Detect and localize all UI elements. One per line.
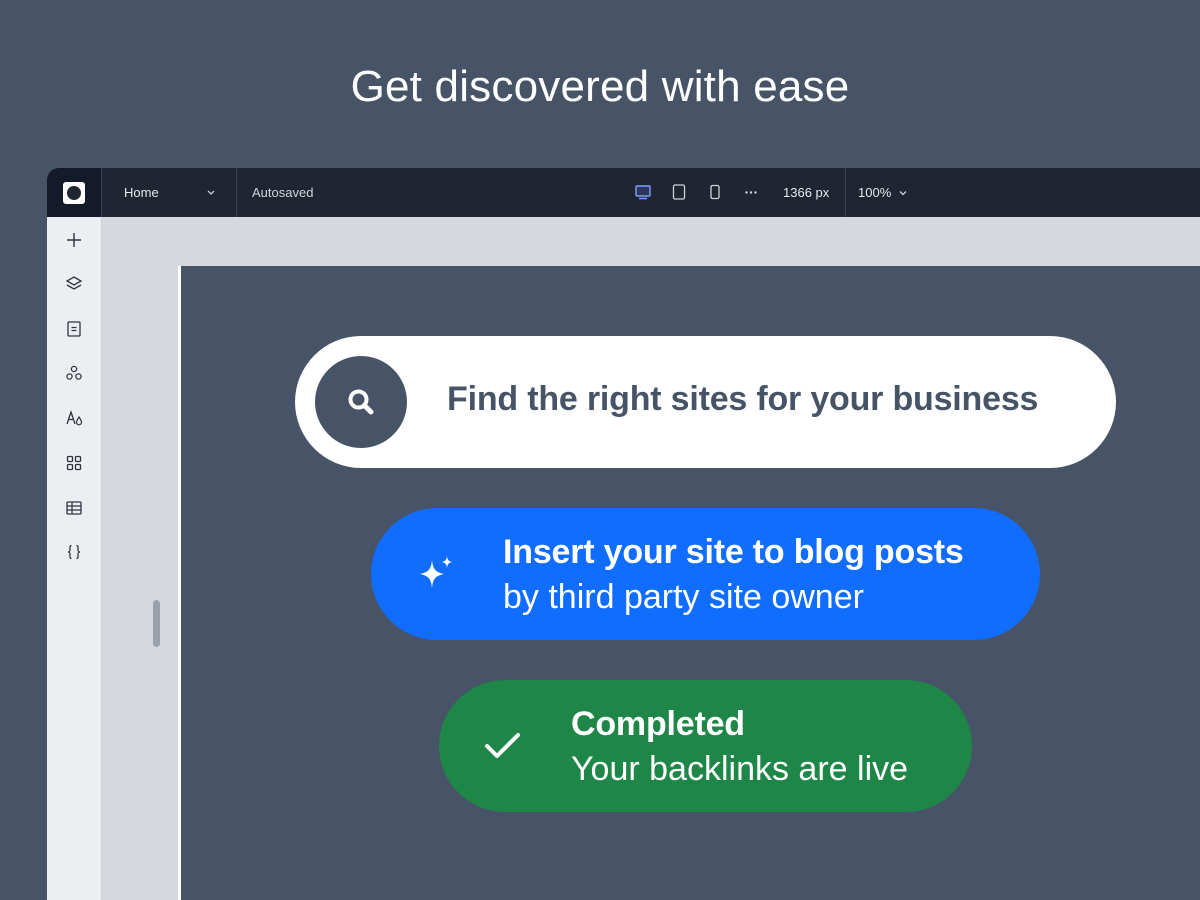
- mobile-icon[interactable]: [706, 183, 724, 201]
- autosave-status: Autosaved: [252, 185, 314, 200]
- completed-subtitle: Your backlinks are live: [571, 750, 909, 788]
- zoom-label: 100%: [858, 185, 892, 200]
- widgets-icon[interactable]: [64, 453, 84, 473]
- logo-button[interactable]: [47, 168, 102, 217]
- check-icon: [485, 733, 520, 758]
- sparkle-icon: [420, 556, 452, 588]
- theme-icon[interactable]: [64, 408, 84, 428]
- insert-site-card: Insert your site to blog posts by third …: [371, 508, 1040, 640]
- scroll-handle[interactable]: [153, 600, 160, 647]
- logo-icon: [63, 181, 85, 204]
- page-select-label: Home: [124, 185, 159, 200]
- more-icon[interactable]: [742, 183, 760, 201]
- chevron-down-icon: [899, 191, 907, 196]
- page-select[interactable]: Home: [102, 168, 237, 217]
- editor-topbar: Home Autosaved 1366 px 100%: [47, 168, 1200, 217]
- pages-icon[interactable]: [64, 319, 84, 339]
- editor-sidebar: [47, 217, 102, 900]
- find-sites-card: Find the right sites for your business: [295, 336, 1116, 468]
- insert-site-subtitle: by third party site owner: [503, 578, 864, 616]
- insert-site-title: Insert your site to blog posts: [503, 533, 964, 571]
- code-icon[interactable]: [64, 542, 84, 562]
- headline: Get discovered with ease: [350, 62, 850, 111]
- zoom-select[interactable]: 100%: [845, 168, 925, 217]
- completed-card: Completed Your backlinks are live: [439, 680, 972, 812]
- apps-icon[interactable]: [64, 363, 84, 383]
- chevron-down-icon: [207, 190, 215, 195]
- table-icon[interactable]: [64, 498, 84, 518]
- add-icon[interactable]: [64, 230, 84, 250]
- completed-title: Completed: [571, 705, 745, 743]
- layers-icon[interactable]: [64, 274, 84, 294]
- tablet-icon[interactable]: [670, 183, 688, 201]
- search-icon: [315, 356, 407, 448]
- canvas-width-label: 1366 px: [783, 185, 830, 200]
- find-sites-text: Find the right sites for your business: [447, 380, 1039, 418]
- desktop-icon[interactable]: [634, 183, 652, 201]
